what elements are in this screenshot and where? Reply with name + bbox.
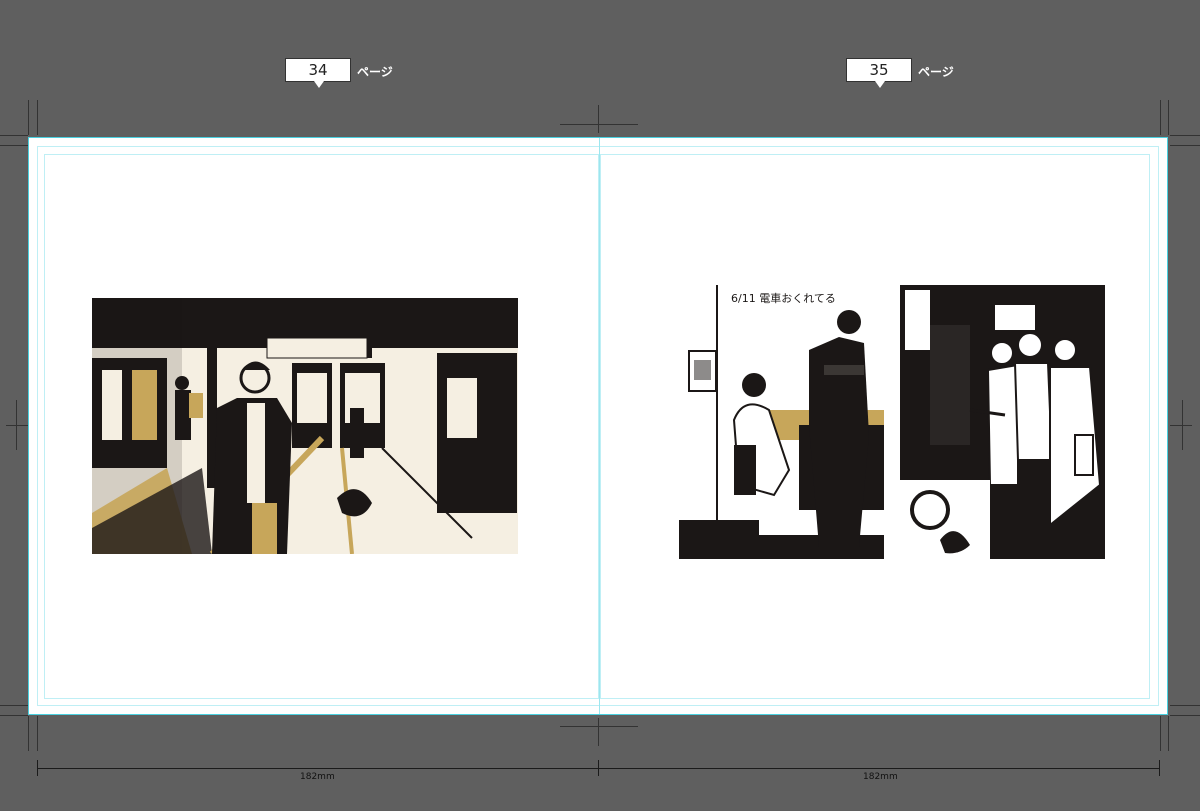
dimension-label-left: 182mm (300, 772, 335, 782)
waiting-passengers-illustration[interactable]: 6/11 電車おくれてる (679, 285, 884, 559)
crop-mark (1182, 400, 1183, 450)
crop-mark (28, 716, 29, 751)
dimension-label-right: 182mm (863, 772, 898, 782)
page-label-left: ページ (357, 65, 393, 79)
crop-mark (0, 135, 28, 136)
waiting-passengers-art: 6/11 電車おくれてる (679, 285, 884, 559)
station-platform-art (92, 298, 518, 554)
crop-mark (1160, 100, 1161, 135)
crop-mark (1170, 145, 1200, 146)
crop-mark (0, 705, 28, 706)
crop-mark (6, 425, 28, 426)
page-number-left[interactable]: 34 (285, 58, 351, 88)
crop-mark (560, 124, 638, 125)
book-spread[interactable]: 6/11 電車おくれてる (28, 137, 1168, 715)
page-number-right-text: 35 (869, 61, 889, 79)
station-platform-illustration[interactable] (92, 298, 518, 554)
crop-mark (1170, 705, 1200, 706)
crop-mark (1170, 715, 1200, 716)
dimension-line-left (37, 768, 598, 769)
crop-mark (1168, 100, 1169, 135)
crop-mark (37, 716, 38, 751)
crop-mark (598, 718, 599, 746)
crop-mark (37, 100, 38, 135)
crop-mark (1170, 135, 1200, 136)
page-label-right: ページ (918, 65, 954, 79)
page-number-left-text: 34 (308, 61, 328, 79)
crop-mark (0, 145, 28, 146)
dimension-tick (37, 760, 38, 776)
crop-mark (0, 715, 28, 716)
crop-mark (16, 400, 17, 450)
crop-mark (1160, 716, 1161, 751)
dimension-tick (1159, 760, 1160, 776)
crop-mark (1170, 425, 1192, 426)
crowd-art (900, 285, 1105, 559)
handwritten-note: 6/11 電車おくれてる (731, 291, 836, 305)
crop-mark (598, 105, 599, 133)
dimension-line-right (598, 768, 1159, 769)
crop-mark (1168, 716, 1169, 751)
crop-mark (28, 100, 29, 135)
page-number-right[interactable]: 35 (846, 58, 912, 88)
crop-mark (560, 726, 638, 727)
crowd-illustration[interactable] (900, 285, 1105, 559)
